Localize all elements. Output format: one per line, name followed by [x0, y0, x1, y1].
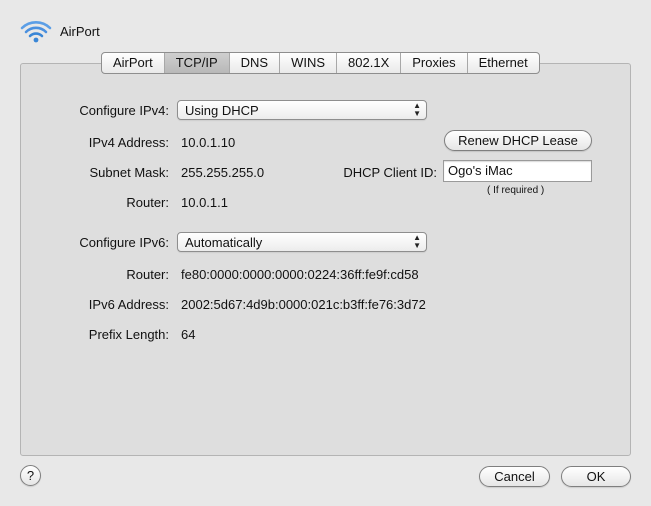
- help-button[interactable]: ?: [20, 465, 41, 486]
- prefix-length-value: 64: [181, 327, 196, 342]
- ipv6-address-label: IPv6 Address:: [88, 297, 169, 312]
- tab-bar: AirPort TCP/IP DNS WINS 802.1X Proxies E…: [101, 52, 540, 74]
- updown-arrows-icon: ▲ ▼: [413, 101, 421, 118]
- configure-ipv6-label: Configure IPv6:: [79, 235, 169, 250]
- tab-wins[interactable]: WINS: [280, 53, 338, 73]
- configure-ipv6-value: Automatically: [185, 235, 263, 250]
- configure-ipv4-value: Using DHCP: [185, 103, 259, 118]
- dhcp-client-id-hint: ( If required ): [487, 185, 545, 196]
- dhcp-client-id-field[interactable]: Ogo's iMac: [443, 160, 592, 182]
- tab-dns[interactable]: DNS: [230, 53, 281, 73]
- configure-ipv6-popup[interactable]: Automatically ▲ ▼: [177, 232, 427, 252]
- tab-tcpip[interactable]: TCP/IP: [164, 53, 230, 73]
- ipv4-router-value: 10.0.1.1: [181, 195, 228, 210]
- settings-panel: [20, 63, 631, 456]
- ipv6-router-label: Router:: [126, 267, 169, 282]
- ipv6-router-value: fe80:0000:0000:0000:0224:36ff:fe9f:cd58: [181, 267, 419, 282]
- configure-ipv4-label: Configure IPv4:: [79, 103, 169, 118]
- tab-ethernet[interactable]: Ethernet: [468, 53, 539, 73]
- tab-8021x[interactable]: 802.1X: [337, 53, 402, 73]
- ipv4-address-label: IPv4 Address:: [88, 135, 169, 150]
- updown-arrows-icon: ▲ ▼: [413, 233, 421, 250]
- window-title: AirPort: [60, 24, 100, 39]
- wifi-icon: [20, 21, 52, 43]
- configure-ipv4-popup[interactable]: Using DHCP ▲ ▼: [177, 100, 427, 120]
- ipv6-address-value: 2002:5d67:4d9b:0000:021c:b3ff:fe76:3d72: [181, 297, 426, 312]
- ipv4-router-label: Router:: [126, 195, 169, 210]
- ipv4-address-value: 10.0.1.10: [181, 135, 236, 150]
- ok-button[interactable]: OK: [561, 466, 631, 487]
- tab-proxies[interactable]: Proxies: [401, 53, 468, 73]
- subnet-mask-label: Subnet Mask:: [89, 165, 170, 180]
- dhcp-client-id-label: DHCP Client ID:: [343, 165, 437, 180]
- prefix-length-label: Prefix Length:: [88, 327, 169, 342]
- cancel-button[interactable]: Cancel: [479, 466, 550, 487]
- subnet-mask-value: 255.255.255.0: [181, 165, 265, 180]
- renew-dhcp-lease-button[interactable]: Renew DHCP Lease: [444, 130, 592, 151]
- tab-airport[interactable]: AirPort: [102, 53, 165, 73]
